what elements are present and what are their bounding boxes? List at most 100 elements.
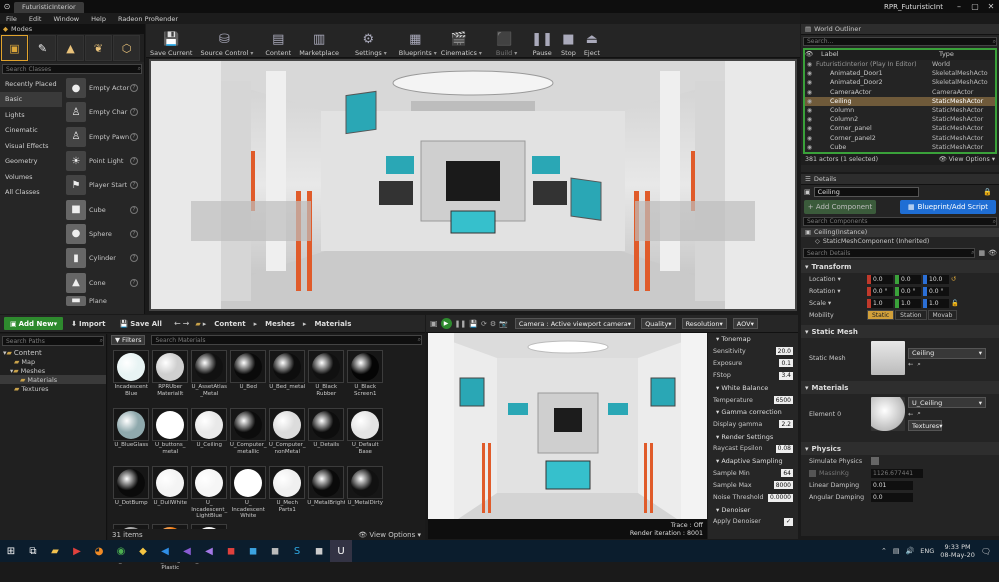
- asset-item[interactable]: U_ Incadescent_ LightBlue: [190, 466, 229, 524]
- table-row[interactable]: ◉ Animated_Door2 SkeletalMeshActo: [805, 78, 995, 87]
- unreal-engine-icon[interactable]: U: [330, 540, 352, 562]
- materials-section[interactable]: ▾ Materials: [801, 381, 999, 395]
- marketplace-button[interactable]: ▥ Marketplace: [295, 24, 343, 57]
- material-thumbnail[interactable]: [871, 397, 905, 432]
- lock-icon[interactable]: 🔒: [983, 188, 992, 196]
- actor-name-input[interactable]: Ceiling: [813, 187, 919, 197]
- rotation-label[interactable]: Rotation ▾: [809, 288, 867, 295]
- level-viewport[interactable]: [149, 59, 797, 311]
- place-item[interactable]: ⚑ Player Start?: [63, 173, 141, 197]
- noise-threshold-input[interactable]: 0.0000: [768, 493, 793, 502]
- asset-item[interactable]: RPRUber MaterialIt: [151, 350, 190, 408]
- mesh-thumbnail[interactable]: [871, 341, 905, 376]
- category-all-classes[interactable]: All Classes: [0, 185, 62, 201]
- foliage-mode-icon[interactable]: ❦: [85, 35, 112, 61]
- menu-help[interactable]: Help: [85, 15, 112, 23]
- rotation-z-input[interactable]: 0.0 °: [927, 286, 949, 296]
- menu-file[interactable]: File: [0, 15, 23, 23]
- eye-icon[interactable]: ◉: [805, 98, 814, 105]
- table-row[interactable]: ◉ Ceiling StaticMeshActor: [805, 96, 995, 106]
- category-geometry[interactable]: Geometry: [0, 154, 62, 170]
- asset-item[interactable]: U_DotBump: [112, 466, 151, 524]
- raycast-epsilon-input[interactable]: 0.08: [775, 444, 793, 453]
- browse-icon[interactable]: ⌕: [917, 410, 921, 418]
- place-mode-icon[interactable]: ▣: [1, 35, 28, 61]
- help-icon[interactable]: ?: [130, 132, 138, 141]
- settings-header-denoiser[interactable]: ▾ Denoiser: [708, 504, 798, 516]
- prorender-viewport[interactable]: Trace : Off Render iteration : 8001: [428, 333, 707, 539]
- pause-icon[interactable]: ❚❚: [455, 320, 467, 328]
- settings-header-render[interactable]: ▾ Render Settings: [708, 431, 798, 443]
- lock-icon[interactable]: 🔓: [951, 299, 959, 307]
- search-classes-input[interactable]: Search Classes ⌕: [2, 64, 142, 74]
- place-item[interactable]: ♙ Empty Char?: [63, 100, 141, 124]
- physics-section[interactable]: ▾ Physics: [801, 442, 999, 456]
- asset-item[interactable]: U_MetalDirty: [346, 466, 385, 524]
- search-materials-input[interactable]: Search Materials ⌕: [151, 335, 422, 345]
- file-explorer-icon[interactable]: ▰: [44, 540, 66, 562]
- eye-icon[interactable]: ◉: [805, 79, 814, 86]
- asset-item[interactable]: U_Default Base: [346, 408, 385, 466]
- table-row[interactable]: ◉ CameraActor CameraActor: [805, 88, 995, 97]
- place-item[interactable]: ▮ Cylinder?: [63, 246, 141, 270]
- help-icon[interactable]: ?: [130, 278, 138, 287]
- quality-dropdown[interactable]: Quality ▾: [641, 318, 676, 329]
- firefox-icon[interactable]: ◕: [88, 540, 110, 562]
- asset-item[interactable]: U_Computer_ metallic: [229, 408, 268, 466]
- chevron-down-icon[interactable]: ▾: [514, 50, 517, 57]
- chevron-up-icon[interactable]: ⌃: [881, 547, 887, 555]
- app-icon[interactable]: ◼: [264, 540, 286, 562]
- modes-tab[interactable]: ◆ Modes: [0, 24, 144, 34]
- sensitivity-input[interactable]: 20.0: [775, 347, 793, 356]
- arrow-left-icon[interactable]: ←: [908, 361, 913, 368]
- source-control-button[interactable]: ⛁ Source Control: [196, 24, 252, 57]
- settings-button[interactable]: ⚙ Settings: [351, 24, 386, 57]
- table-row[interactable]: ◉ Animated_Door1 SkeletalMeshActo: [805, 69, 995, 78]
- component-row[interactable]: ◇ StaticMeshComponent (Inherited): [801, 237, 999, 246]
- pause-button[interactable]: ❚❚ Pause: [527, 24, 557, 57]
- place-item[interactable]: ☀ Point Light?: [63, 149, 141, 173]
- table-row[interactable]: ◉ Cube StaticMeshActor: [805, 143, 995, 152]
- asset-item[interactable]: U_Ceiling: [190, 408, 229, 466]
- eye-icon[interactable]: ◉: [805, 107, 814, 114]
- task-view-icon[interactable]: ⧉: [22, 540, 44, 562]
- place-item[interactable]: ● Sphere?: [63, 222, 141, 246]
- scale-x-input[interactable]: 1.0: [871, 298, 893, 308]
- rotation-y-input[interactable]: 0.0 °: [899, 286, 921, 296]
- import-button[interactable]: ⬇ Import: [65, 317, 111, 330]
- tree-item-content[interactable]: ▾ ▰ Content: [0, 348, 106, 357]
- volume-icon[interactable]: 🔊: [906, 547, 915, 555]
- forward-arrow-icon[interactable]: →: [183, 319, 190, 328]
- table-row[interactable]: ◉ Column StaticMeshActor: [805, 106, 995, 115]
- eye-icon[interactable]: ◉: [805, 144, 814, 151]
- stop-button[interactable]: ■ Stop: [557, 24, 580, 57]
- simulate-physics-checkbox[interactable]: [871, 457, 879, 466]
- search-paths-input[interactable]: Search Paths ⌕: [2, 336, 104, 346]
- apply-denoiser-checkbox[interactable]: ✓: [783, 517, 793, 526]
- sample-min-input[interactable]: 64: [781, 469, 793, 478]
- camera-icon[interactable]: 📷: [499, 320, 508, 328]
- network-icon[interactable]: ▤: [893, 547, 900, 555]
- outliner-search-input[interactable]: Search... ⌕: [803, 37, 997, 46]
- static-mesh-dropdown[interactable]: Ceiling ▾: [908, 347, 986, 359]
- visual-studio-code-icon[interactable]: ◀: [154, 540, 176, 562]
- breadcrumb-content[interactable]: Content: [208, 317, 251, 330]
- textures-dropdown[interactable]: Textures ▾: [908, 420, 942, 432]
- category-cinematic[interactable]: Cinematic: [0, 123, 62, 139]
- add-component-button[interactable]: + Add Component: [804, 200, 876, 214]
- asset-item[interactable]: U_Bed: [229, 350, 268, 408]
- angular-damping-input[interactable]: 0.0: [871, 492, 913, 502]
- grid-view-icon[interactable]: ▦: [978, 249, 985, 257]
- mobility-stationary-button[interactable]: Station: [895, 310, 927, 321]
- place-item[interactable]: ▲ Cone?: [63, 270, 141, 294]
- eye-icon[interactable]: ◉: [805, 70, 814, 77]
- minimize-icon[interactable]: –: [951, 2, 967, 11]
- close-icon[interactable]: ✕: [983, 2, 999, 11]
- scale-label[interactable]: Scale ▾: [809, 300, 867, 307]
- place-item[interactable]: ♙ Empty Pawn?: [63, 125, 141, 149]
- tree-item-textures[interactable]: ▰ Textures: [0, 384, 106, 393]
- instance-row[interactable]: ▣ Ceiling(Instance): [801, 228, 999, 238]
- category-basic[interactable]: Basic: [0, 91, 62, 107]
- arrow-left-icon[interactable]: ←: [908, 411, 913, 418]
- mass-input[interactable]: 1126.677441: [871, 468, 923, 478]
